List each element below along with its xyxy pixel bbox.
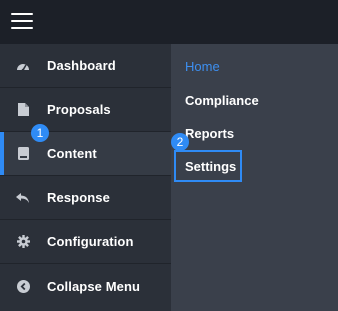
sidebar: Dashboard Proposals Content Response Con… xyxy=(0,44,171,311)
gear-icon xyxy=(16,235,30,249)
document-icon xyxy=(16,103,30,117)
sidebar-item-proposals[interactable]: Proposals xyxy=(0,88,171,132)
submenu-item-settings-label: Settings xyxy=(185,158,237,174)
sidebar-item-content[interactable]: Content xyxy=(0,132,171,176)
step-badge-2: 2 xyxy=(171,133,189,151)
sidebar-item-label: Configuration xyxy=(47,234,134,249)
sidebar-item-response[interactable]: Response xyxy=(0,176,171,220)
dashboard-gauge-icon xyxy=(16,59,30,73)
step-badge-1: 1 xyxy=(31,124,49,142)
submenu-item-home[interactable]: Home xyxy=(185,59,220,74)
hamburger-menu-icon[interactable] xyxy=(11,12,33,30)
submenu-item-settings[interactable]: Settings xyxy=(174,150,242,182)
top-bar xyxy=(0,0,338,44)
submenu-item-reports[interactable]: Reports xyxy=(185,126,234,141)
sidebar-item-label: Proposals xyxy=(47,102,111,117)
sidebar-item-label: Collapse Menu xyxy=(47,278,141,294)
content-submenu: Home Compliance Reports Settings xyxy=(171,44,338,311)
active-indicator xyxy=(0,132,4,175)
book-icon xyxy=(16,147,30,161)
sidebar-item-label: Response xyxy=(47,190,110,205)
reply-arrow-icon xyxy=(16,191,30,205)
chevron-left-circle-icon xyxy=(16,279,30,293)
sidebar-item-label: Content xyxy=(47,146,97,161)
sidebar-item-configuration[interactable]: Configuration xyxy=(0,220,171,264)
sidebar-item-dashboard[interactable]: Dashboard xyxy=(0,44,171,88)
sidebar-item-label: Dashboard xyxy=(47,58,116,73)
sidebar-item-collapse-menu[interactable]: Collapse Menu xyxy=(0,264,171,308)
submenu-item-compliance[interactable]: Compliance xyxy=(185,93,259,108)
